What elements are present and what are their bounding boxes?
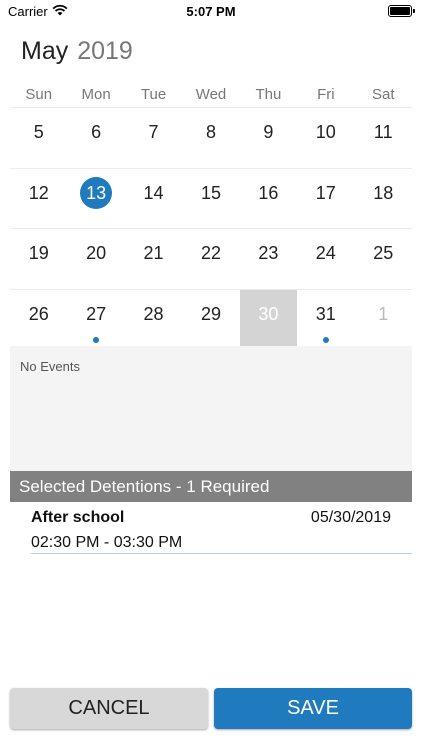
calendar-day-number: 25: [373, 243, 394, 263]
calendar-day[interactable]: 1: [355, 290, 412, 350]
event-indicator-dot: [322, 337, 329, 343]
calendar-day-number: 30: [258, 303, 279, 324]
calendar-day-number: 7: [148, 122, 159, 142]
weekday-label: Mon: [81, 86, 111, 103]
calendar-day-number: 20: [86, 243, 107, 263]
calendar-day[interactable]: 24: [297, 229, 354, 289]
calendar-day[interactable]: 22: [182, 229, 239, 289]
calendar-day[interactable]: 12: [10, 169, 67, 229]
no-events-label: No Events: [20, 359, 80, 374]
calendar-day[interactable]: 31: [297, 290, 354, 350]
weekday-label: Sat: [371, 86, 395, 103]
calendar-day-number: 21: [143, 243, 164, 263]
year-label: 2019: [77, 37, 133, 65]
event-indicator-dot: [93, 337, 100, 343]
calendar-day[interactable]: 19: [10, 229, 67, 289]
calendar-week-row: 12 13 14 15 16 17 18: [10, 167, 412, 229]
events-panel: No Events: [10, 346, 412, 471]
calendar-day[interactable]: 20: [67, 229, 124, 289]
calendar-day-number: 9: [263, 122, 274, 142]
calendar-day-number: 28: [143, 303, 164, 324]
calendar-day-number: 15: [200, 182, 221, 203]
battery-icon: [388, 5, 415, 17]
calendar-day-number: 14: [143, 182, 164, 203]
calendar-day-number: 12: [28, 182, 49, 203]
month-label: May: [21, 37, 69, 65]
weekday-label: Tue: [140, 86, 167, 103]
selected-detentions-header: Selected Detentions - 1 Required: [10, 471, 412, 502]
calendar-day-number: 22: [200, 243, 221, 263]
month-title: May 2019: [21, 37, 133, 66]
calendar-day-number: 8: [205, 122, 216, 142]
weekday-label: Fri: [317, 86, 335, 103]
detention-time-range: 02:30 PM - 03:30 PM: [31, 534, 183, 551]
calendar-day-number: 5: [33, 122, 44, 142]
calendar-day[interactable]: 27: [67, 290, 124, 350]
weekday-label: Sun: [25, 86, 53, 103]
calendar-day-number: 26: [28, 303, 49, 324]
status-time: 5:07 PM: [186, 4, 236, 19]
detention-date: 05/30/2019: [310, 509, 391, 526]
calendar-day[interactable]: 18: [355, 169, 412, 229]
calendar-day[interactable]: 23: [240, 229, 297, 289]
calendar-day-number: 27: [86, 303, 107, 324]
calendar-day[interactable]: 29: [182, 290, 239, 350]
calendar-day[interactable]: 17: [297, 169, 354, 229]
detention-item[interactable]: After school 05/30/2019 02:30 PM - 03:30…: [31, 503, 412, 554]
calendar-day-number: 17: [315, 182, 336, 203]
calendar-day[interactable]: 6: [67, 108, 124, 168]
calendar-day-number: 16: [258, 182, 279, 203]
calendar-day-number: 1: [378, 303, 389, 324]
calendar-week-row: 19 20 21 22 23 24 25: [10, 228, 412, 289]
calendar-day[interactable]: 7: [125, 108, 182, 168]
status-bar: Carrier 5:07 PM: [0, 0, 422, 24]
weekday-header: Sun Mon Tue Wed Thu Fri Sat: [10, 86, 412, 103]
calendar-day-number: 29: [200, 303, 221, 324]
calendar-day[interactable]: 15: [182, 169, 239, 229]
calendar-day-number: 10: [315, 122, 336, 142]
detention-title: After school: [31, 509, 125, 526]
weekday-label: Thu: [255, 86, 282, 103]
calendar-day[interactable]: 21: [125, 229, 182, 289]
calendar-day[interactable]: 13: [67, 169, 124, 229]
calendar-day-number: 31: [315, 303, 336, 324]
calendar-day[interactable]: 9: [240, 108, 297, 168]
calendar-grid: 5 6 7 8 9 10 11 12 13 14 15 16 17 18 19 20 21 22 23 24 25 26 2…: [10, 107, 412, 349]
calendar-day-number: 18: [373, 182, 394, 203]
cancel-button[interactable]: CANCEL: [10, 688, 208, 729]
calendar-day-number: 6: [91, 122, 102, 142]
calendar-day[interactable]: 8: [182, 108, 239, 168]
calendar-day[interactable]: 16: [240, 169, 297, 229]
calendar-week-row: 26 27 28 29 30 31 1: [10, 288, 412, 350]
calendar-day[interactable]: 26: [10, 290, 67, 350]
calendar-day-number: 13: [80, 176, 113, 209]
calendar-week-row: 5 6 7 8 9 10 11: [10, 107, 412, 168]
calendar-day-number: 11: [373, 122, 393, 142]
calendar-day[interactable]: 10: [297, 108, 354, 168]
calendar-day-number: 24: [315, 243, 336, 263]
calendar-day[interactable]: 5: [10, 108, 67, 168]
selected-detentions-title: Selected Detentions - 1 Required: [19, 477, 270, 496]
calendar-day[interactable]: 28: [125, 290, 182, 350]
weekday-label: Wed: [195, 86, 227, 103]
calendar-day-number: 23: [258, 243, 279, 263]
calendar-day-number: 19: [28, 243, 49, 263]
calendar-day[interactable]: 25: [355, 229, 412, 289]
save-button[interactable]: SAVE: [214, 688, 412, 729]
calendar-day[interactable]: 30: [239, 289, 298, 349]
calendar-day[interactable]: 11: [355, 108, 412, 168]
calendar-day[interactable]: 14: [125, 169, 182, 229]
